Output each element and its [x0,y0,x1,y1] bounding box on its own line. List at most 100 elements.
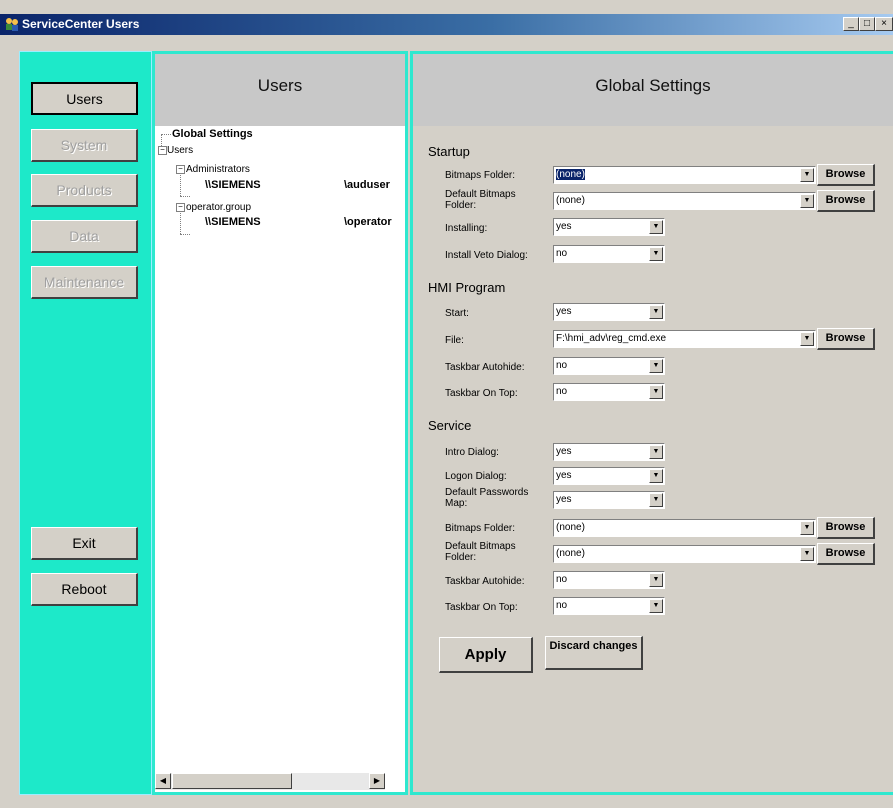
exit-button[interactable]: Exit [31,527,138,560]
tree-line [180,172,181,196]
title-bar[interactable]: ServiceCenter Users _ □ × [0,14,893,35]
service-default-bitmaps-value: (none) [556,548,585,559]
dropdown-arrow-icon[interactable]: ▼ [800,332,814,346]
dropdown-arrow-icon[interactable]: ▼ [649,573,663,587]
logon-dialog-select[interactable]: yes ▼ [553,467,665,485]
service-bitmaps-folder-select[interactable]: (none) ▼ [553,519,816,537]
tree-item-operator-group[interactable]: operator.group [186,202,251,213]
service-taskbar-autohide-value: no [556,574,568,585]
hmi-taskbar-on-top-label: Taskbar On Top: [445,388,518,399]
dropdown-arrow-icon[interactable]: ▼ [649,599,663,613]
scroll-left-icon[interactable]: ◀ [155,773,171,789]
startup-default-bitmaps-label: Default Bitmaps Folder: [445,189,516,211]
hmi-taskbar-on-top-value: no [556,386,568,397]
service-default-bitmaps-browse-button[interactable]: Browse [817,543,875,565]
hmi-taskbar-autohide-label: Taskbar Autohide: [445,362,525,373]
install-veto-value: no [556,248,568,259]
intro-dialog-label: Intro Dialog: [445,447,499,458]
users-title: Users [257,76,303,95]
service-taskbar-autohide-label: Taskbar Autohide: [445,576,525,587]
maximize-icon[interactable]: □ [859,17,875,31]
scroll-right-icon[interactable]: ▶ [369,773,385,789]
hmi-file-select[interactable]: F:\hmi_adv\reg_cmd.exe ▼ [553,330,816,348]
tree-item-global-settings[interactable]: Global Settings [172,128,253,140]
startup-bitmaps-folder-label: Bitmaps Folder: [445,170,516,181]
tree-item-administrators[interactable]: Administrators [186,164,250,175]
hmi-start-value: yes [556,306,572,317]
tree-line [180,196,190,197]
installing-select[interactable]: yes ▼ [553,218,665,236]
hmi-heading: HMI Program [428,280,506,295]
dropdown-arrow-icon[interactable]: ▼ [800,168,814,182]
service-heading: Service [428,418,472,433]
dropdown-arrow-icon[interactable]: ▼ [800,521,814,535]
service-taskbar-autohide-select[interactable]: no ▼ [553,571,665,589]
startup-bitmaps-browse-button[interactable]: Browse [817,164,875,186]
users-button[interactable]: Users [31,82,138,115]
data-button[interactable]: Data [31,220,138,253]
discard-changes-button[interactable]: Discard changes [545,636,643,670]
tree-item-admin-user[interactable]: \auduser [344,179,390,191]
minimize-icon[interactable]: _ [843,17,859,31]
dropdown-arrow-icon[interactable]: ▼ [649,220,663,234]
dropdown-arrow-icon[interactable]: ▼ [800,547,814,561]
hmi-file-value: F:\hmi_adv\reg_cmd.exe [556,333,667,344]
dropdown-arrow-icon[interactable]: ▼ [649,359,663,373]
hmi-start-label: Start: [445,308,469,319]
products-button[interactable]: Products [31,174,138,207]
apply-button[interactable]: Apply [439,637,533,673]
installing-value: yes [556,221,572,232]
startup-bitmaps-folder-select[interactable]: (none) ▼ [553,166,816,184]
reboot-button[interactable]: Reboot [31,573,138,606]
tree-line [180,210,181,234]
dropdown-arrow-icon[interactable]: ▼ [649,493,663,507]
hmi-file-label: File: [445,335,464,346]
maintenance-button[interactable]: Maintenance [31,266,138,299]
tree-item-op-user[interactable]: \operator [344,216,392,228]
settings-panel: Global Settings Startup Bitmaps Folder: … [410,51,893,795]
startup-default-bitmaps-select[interactable]: (none) ▼ [553,192,816,210]
dropdown-arrow-icon[interactable]: ▼ [649,469,663,483]
service-taskbar-on-top-select[interactable]: no ▼ [553,597,665,615]
horizontal-scrollbar[interactable]: ◀ ▶ [155,772,385,790]
collapse-icon[interactable]: − [176,203,185,212]
service-taskbar-on-top-value: no [556,600,568,611]
dropdown-arrow-icon[interactable]: ▼ [649,385,663,399]
users-panel: Users Global Settings − Users − Administ… [152,51,408,795]
scroll-thumb[interactable] [172,773,292,789]
intro-dialog-select[interactable]: yes ▼ [553,443,665,461]
service-default-bitmaps-select[interactable]: (none) ▼ [553,545,816,563]
startup-default-bitmaps-value: (none) [556,195,585,206]
dropdown-arrow-icon[interactable]: ▼ [800,194,814,208]
startup-default-bitmaps-browse-button[interactable]: Browse [817,190,875,212]
system-button[interactable]: System [31,129,138,162]
intro-dialog-value: yes [556,446,572,457]
hmi-taskbar-on-top-select[interactable]: no ▼ [553,383,665,401]
hmi-start-select[interactable]: yes ▼ [553,303,665,321]
left-nav: Users System Products Data Maintenance E… [19,51,152,795]
collapse-icon[interactable]: − [176,165,185,174]
window-title: ServiceCenter Users [22,17,140,31]
service-taskbar-on-top-label: Taskbar On Top: [445,602,518,613]
logon-dialog-label: Logon Dialog: [445,471,507,482]
default-passwords-map-value: yes [556,494,572,505]
install-veto-select[interactable]: no ▼ [553,245,665,263]
settings-title: Global Settings [595,76,711,95]
dropdown-arrow-icon[interactable]: ▼ [649,247,663,261]
tree-item-op-domain[interactable]: \\SIEMENS [205,216,261,228]
close-icon[interactable]: × [875,17,893,31]
hmi-file-browse-button[interactable]: Browse [817,328,875,350]
startup-heading: Startup [428,144,470,159]
tree-item-admin-domain[interactable]: \\SIEMENS [205,179,261,191]
dropdown-arrow-icon[interactable]: ▼ [649,445,663,459]
hmi-taskbar-autohide-select[interactable]: no ▼ [553,357,665,375]
tree-item-users[interactable]: Users [167,145,193,156]
collapse-icon[interactable]: − [158,146,167,155]
tree-line [180,234,190,235]
service-default-bitmaps-label: Default Bitmaps Folder: [445,541,516,563]
default-passwords-map-select[interactable]: yes ▼ [553,491,665,509]
settings-header: Global Settings [413,54,893,126]
service-bitmaps-browse-button[interactable]: Browse [817,517,875,539]
dropdown-arrow-icon[interactable]: ▼ [649,305,663,319]
service-bitmaps-folder-label: Bitmaps Folder: [445,523,516,534]
